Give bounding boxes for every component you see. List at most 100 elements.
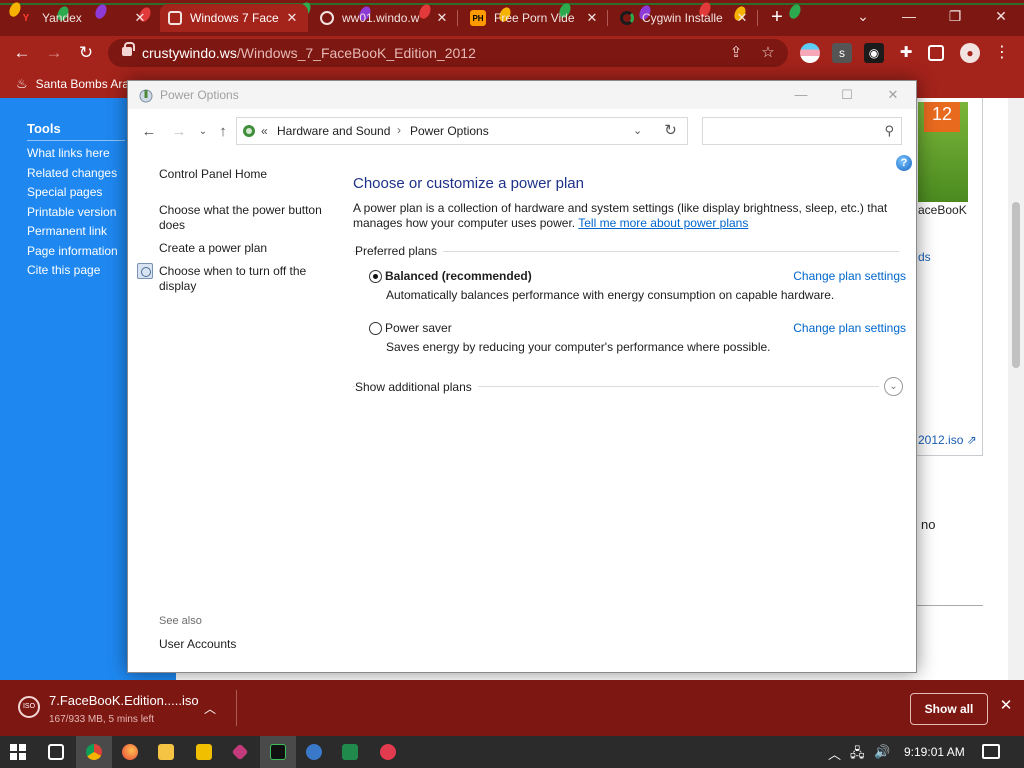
taskbar-terminal[interactable] xyxy=(260,736,296,768)
back-button[interactable]: ← xyxy=(10,41,34,65)
tab-windows-7-facebook[interactable]: Windows 7 Face ✕ xyxy=(160,4,308,32)
taskbar-chrome[interactable] xyxy=(76,736,112,768)
search-input[interactable]: ⚲ xyxy=(702,117,902,145)
tab-search-button[interactable]: ⌄ xyxy=(840,0,886,32)
url-text[interactable]: crustywindo.ws/Windows_7_FaceBooK_Editio… xyxy=(142,45,476,61)
close-icon[interactable]: ✕ xyxy=(734,10,750,26)
start-button[interactable] xyxy=(0,736,36,768)
taskbar-file-explorer[interactable] xyxy=(148,736,184,768)
profile-avatar-icon[interactable]: ● xyxy=(960,43,980,63)
power-button-link[interactable]: Choose what the power button does xyxy=(159,203,329,233)
breadcrumb-overflow[interactable]: « xyxy=(261,124,268,138)
infobox-link[interactable]: ds xyxy=(918,250,931,264)
user-accounts-link[interactable]: User Accounts xyxy=(159,637,236,652)
task-view-button[interactable] xyxy=(38,736,74,768)
star-icon[interactable]: ☆ xyxy=(758,43,778,63)
balanced-change-settings-link[interactable]: Change plan settings xyxy=(793,269,906,283)
taskbar-app-globe[interactable] xyxy=(296,736,332,768)
close-icon[interactable]: ✕ xyxy=(997,696,1015,714)
refresh-button[interactable]: ↻ xyxy=(654,117,688,145)
tab-title: ww01.windo.w xyxy=(342,11,420,25)
power-saver-change-settings-link[interactable]: Change plan settings xyxy=(793,321,906,335)
sidebar-link[interactable]: Permanent link xyxy=(27,224,107,238)
chevron-down-icon[interactable]: ⌄ xyxy=(884,377,903,396)
bookmark-santa-bombs[interactable]: ♨ Santa Bombs Ara xyxy=(16,76,129,92)
turn-off-display-link[interactable]: Choose when to turn off the display xyxy=(159,264,329,294)
lock-icon[interactable] xyxy=(122,42,135,56)
notification-center-icon[interactable] xyxy=(982,744,1000,759)
share-icon[interactable]: ⇪ xyxy=(726,43,746,63)
restore-button[interactable]: ❐ xyxy=(932,0,978,32)
taskbar-firefox[interactable] xyxy=(112,736,148,768)
breadcrumb[interactable]: « Hardware and Sound › Power Options ⌄ xyxy=(236,117,688,145)
sidebar-link[interactable]: Printable version xyxy=(27,205,116,219)
search-icon[interactable]: ⚲ xyxy=(884,123,894,139)
balanced-plan-name[interactable]: Balanced (recommended) xyxy=(385,269,532,283)
chevron-down-icon[interactable]: ⌄ xyxy=(633,124,642,137)
tab-ww01[interactable]: ww01.windo.w ✕ xyxy=(312,4,458,32)
window-titlebar[interactable]: Power Options — ☐ ✕ xyxy=(128,81,916,109)
power-saver-plan-radio[interactable] xyxy=(369,322,382,335)
taskbar-app-flower[interactable] xyxy=(370,736,406,768)
forward-arrow-icon[interactable]: → xyxy=(168,121,190,143)
up-arrow-icon[interactable]: ↑ xyxy=(212,121,234,143)
reload-button[interactable]: ↻ xyxy=(74,41,98,65)
volume-icon[interactable]: 🔊 xyxy=(874,744,890,760)
learn-more-link[interactable]: Tell me more about power plans xyxy=(578,216,748,230)
close-window-button[interactable]: ✕ xyxy=(978,0,1024,32)
power-saver-plan-name[interactable]: Power saver xyxy=(385,321,452,335)
chevron-up-icon[interactable]: ︿ xyxy=(204,700,216,717)
maximize-button[interactable]: ☐ xyxy=(824,81,870,109)
bookmark-label: Santa Bombs Ara xyxy=(35,77,130,91)
breadcrumb-power-options[interactable]: Power Options xyxy=(410,124,489,138)
sidebar-link[interactable]: Page information xyxy=(27,244,118,258)
chevron-right-icon[interactable]: › xyxy=(397,123,401,137)
balanced-plan-radio[interactable] xyxy=(369,270,382,283)
create-power-plan-link[interactable]: Create a power plan xyxy=(159,241,267,256)
close-icon[interactable]: ✕ xyxy=(584,10,600,26)
breadcrumb-hardware-and-sound[interactable]: Hardware and Sound xyxy=(277,124,390,138)
infobox-image[interactable]: 12 xyxy=(918,102,968,202)
forward-button[interactable]: → xyxy=(42,41,66,65)
menu-dots-icon[interactable]: ⋮ xyxy=(992,43,1012,63)
sidebar-link[interactable]: Cite this page xyxy=(27,263,100,277)
side-panel-icon[interactable] xyxy=(928,45,944,61)
show-all-button[interactable]: Show all xyxy=(910,693,988,725)
minimize-button[interactable]: — xyxy=(778,81,824,109)
extension-flag-icon[interactable] xyxy=(800,43,820,63)
extension-glasses-icon[interactable]: ◉ xyxy=(864,43,884,63)
tab-cygwin[interactable]: Cygwin Installe ✕ xyxy=(612,4,758,32)
chevron-up-icon[interactable]: ︿ xyxy=(828,744,841,763)
site-logo-icon: PH xyxy=(470,10,486,26)
tab-yandex[interactable]: Y Yandex ✕ xyxy=(10,4,156,32)
close-button[interactable]: ✕ xyxy=(870,81,916,109)
back-arrow-icon[interactable]: ← xyxy=(138,121,160,143)
taskbar-app-gem[interactable] xyxy=(222,736,258,768)
recent-locations-icon[interactable]: ⌄ xyxy=(192,121,214,143)
taskbar-clock[interactable]: 9:19:01 AM xyxy=(904,745,965,759)
new-tab-button[interactable]: + xyxy=(766,6,788,28)
download-filename[interactable]: 7.FaceBooK.Edition.....iso xyxy=(49,693,199,708)
close-icon[interactable]: ✕ xyxy=(284,10,300,26)
gem-app-icon xyxy=(231,743,249,761)
show-additional-plans-toggle[interactable]: Show additional plans xyxy=(355,380,478,394)
tab-video[interactable]: PH Free Porn Vide ✕ xyxy=(462,4,608,32)
control-panel-home-link[interactable]: Control Panel Home xyxy=(159,167,267,182)
scrollbar-thumb[interactable] xyxy=(1012,202,1020,368)
taskbar-app-m[interactable] xyxy=(186,736,222,768)
close-icon[interactable]: ✕ xyxy=(132,10,148,26)
minimize-button[interactable]: — xyxy=(886,0,932,32)
address-bar[interactable]: crustywindo.ws/Windows_7_FaceBooK_Editio… xyxy=(108,39,788,67)
taskbar-excel[interactable] xyxy=(332,736,368,768)
close-icon[interactable]: ✕ xyxy=(434,10,450,26)
browser-tab-strip: Y Yandex ✕ Windows 7 Face ✕ ww01.windo.w… xyxy=(0,0,1024,36)
iso-download-link[interactable]: 2012.iso ⇗ xyxy=(918,433,977,447)
extensions-puzzle-icon[interactable]: ✚ xyxy=(896,43,916,63)
sidebar-link[interactable]: Special pages xyxy=(27,185,102,199)
sidebar-link[interactable]: What links here xyxy=(27,146,110,160)
sidebar-link[interactable]: Related changes xyxy=(27,166,117,180)
download-shelf: ISO 7.FaceBooK.Edition.....iso 167/933 M… xyxy=(0,680,1024,736)
network-icon[interactable]: 🖧 xyxy=(850,744,865,766)
extension-s-icon[interactable]: s xyxy=(832,43,852,63)
page-scrollbar[interactable] xyxy=(1008,98,1024,680)
